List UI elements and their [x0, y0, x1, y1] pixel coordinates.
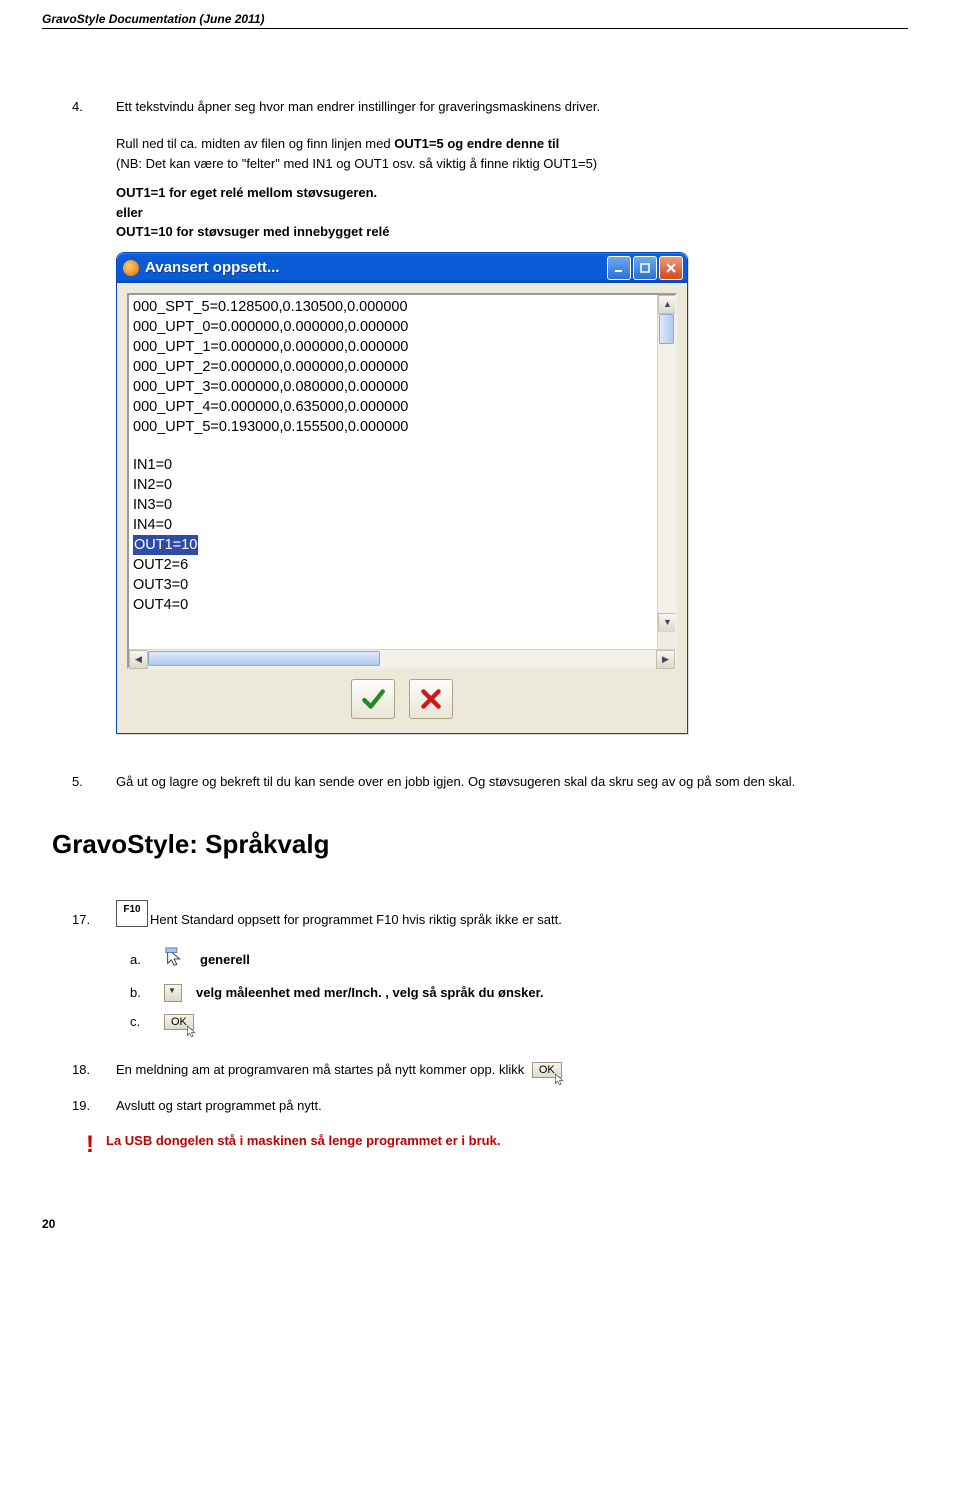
list-item[interactable]: OUT4=0 — [133, 595, 673, 615]
confirm-button[interactable] — [351, 679, 395, 719]
step-17c: c. OK — [130, 1014, 908, 1030]
list-item[interactable]: 000_UPT_4=0.000000,0.635000,0.000000 — [133, 397, 673, 417]
section-title-sprakvalg: GravoStyle: Språkvalg — [52, 829, 908, 860]
warning-icon: ! — [86, 1133, 98, 1157]
rull-line1: Rull ned til ca. midten av filen og finn… — [116, 136, 394, 151]
list-item[interactable]: IN3=0 — [133, 495, 673, 515]
list-item[interactable]: 000_UPT_1=0.000000,0.000000,0.000000 — [133, 337, 673, 357]
list-item[interactable]: IN1=0 — [133, 455, 673, 475]
step-5: 5. Gå ut og lagre og bekreft til du kan … — [72, 774, 908, 789]
out1-line-a: OUT1=1 for eget relé mellom støvsugeren. — [116, 183, 908, 203]
warning-note: ! La USB dongelen stå i maskinen så leng… — [86, 1133, 908, 1157]
out1-line-b: OUT1=10 for støvsuger med innebygget rel… — [116, 222, 908, 242]
step-4: 4. Ett tekstvindu åpner seg hvor man end… — [72, 99, 908, 114]
step-19: 19. Avslutt og start programmet på nytt. — [72, 1098, 908, 1113]
doc-header: GravoStyle Documentation (June 2011) — [42, 12, 908, 29]
cursor-icon — [553, 1073, 567, 1090]
list-item[interactable]: 000_UPT_2=0.000000,0.000000,0.000000 — [133, 357, 673, 377]
list-item[interactable]: 000_UPT_3=0.000000,0.080000,0.000000 — [133, 377, 673, 397]
cursor-icon — [185, 1025, 199, 1042]
scroll-right-button[interactable]: ▶ — [656, 650, 675, 669]
step-17-number: 17. — [72, 912, 98, 927]
step-19-text: Avslutt og start programmet på nytt. — [116, 1098, 322, 1113]
vertical-scrollbar[interactable]: ▲ ▼ — [657, 295, 675, 632]
list-item-selected[interactable]: OUT1=10 — [133, 535, 673, 555]
list-item[interactable]: IN2=0 — [133, 475, 673, 495]
step-5-text: Gå ut og lagre og bekreft til du kan sen… — [116, 774, 795, 789]
step-18: 18. En meldning am at programvaren må st… — [72, 1062, 908, 1079]
sub-b-text: velg måleenhet med mer/Inch. , velg så s… — [196, 985, 544, 1000]
window-titlebar[interactable]: Avansert oppsett... — [117, 253, 687, 283]
window-app-icon — [123, 260, 139, 276]
list-item[interactable]: IN4=0 — [133, 515, 673, 535]
list-item[interactable]: 000_UPT_0=0.000000,0.000000,0.000000 — [133, 317, 673, 337]
step-4-text: Ett tekstvindu åpner seg hvor man endrer… — [116, 99, 600, 114]
step-17b: b. velg måleenhet med mer/Inch. , velg s… — [130, 984, 908, 1002]
scroll-corner — [657, 631, 675, 649]
rull-line2: (NB: Det kan være to "felter" med IN1 og… — [116, 156, 597, 171]
step-17a: a. generell — [130, 947, 908, 972]
avansert-oppsett-window: Avansert oppsett... 000_SPT_5=0 — [116, 252, 688, 734]
step-19-number: 19. — [72, 1098, 98, 1113]
step-17-text: Hent Standard oppsett for programmet F10… — [150, 912, 562, 927]
dropdown-icon — [164, 984, 182, 1002]
step-4-number: 4. — [72, 99, 98, 114]
list-item[interactable]: OUT3=0 — [133, 575, 673, 595]
window-title: Avansert oppsett... — [145, 259, 607, 276]
step-18-text: En meldning am at programvaren må starte… — [116, 1062, 524, 1077]
rull-paragraph: Rull ned til ca. midten av filen og finn… — [116, 134, 908, 173]
f10-key-icon: F10 — [116, 900, 148, 927]
maximize-button[interactable] — [633, 256, 657, 280]
sub-a-text: generell — [200, 952, 250, 967]
out1-eller: eller — [116, 203, 908, 223]
step-5-number: 5. — [72, 774, 98, 789]
list-item[interactable]: 000_SPT_5=0.128500,0.130500,0.000000 — [133, 297, 673, 317]
scroll-up-button[interactable]: ▲ — [658, 295, 675, 314]
sub-a-letter: a. — [130, 952, 150, 967]
list-item[interactable]: 000_UPT_5=0.193000,0.155500,0.000000 — [133, 417, 673, 437]
sub-c-letter: c. — [130, 1014, 150, 1029]
cancel-button[interactable] — [409, 679, 453, 719]
list-item[interactable]: OUT2=6 — [133, 555, 673, 575]
step-18-number: 18. — [72, 1062, 98, 1077]
scroll-down-button[interactable]: ▼ — [658, 613, 675, 632]
minimize-button[interactable] — [607, 256, 631, 280]
close-button[interactable] — [659, 256, 683, 280]
config-listbox[interactable]: 000_SPT_5=0.128500,0.130500,0.000000 000… — [127, 293, 677, 669]
ok-button-icon: OK — [532, 1062, 562, 1078]
cursor-icon — [164, 947, 186, 972]
warning-text: La USB dongelen stå i maskinen så lenge … — [106, 1133, 500, 1148]
step-17: 17. F10Hent Standard oppsett for program… — [72, 900, 908, 927]
rull-bold: OUT1=5 og endre denne til — [394, 136, 559, 151]
scroll-thumb-vertical[interactable] — [659, 314, 674, 344]
scroll-left-button[interactable]: ◀ — [129, 650, 148, 669]
scroll-thumb-horizontal[interactable] — [148, 651, 380, 666]
horizontal-scrollbar[interactable]: ◀ ▶ — [129, 649, 675, 667]
sub-b-letter: b. — [130, 985, 150, 1000]
ok-button-icon: OK — [164, 1014, 194, 1030]
page-number: 20 — [42, 1217, 908, 1231]
